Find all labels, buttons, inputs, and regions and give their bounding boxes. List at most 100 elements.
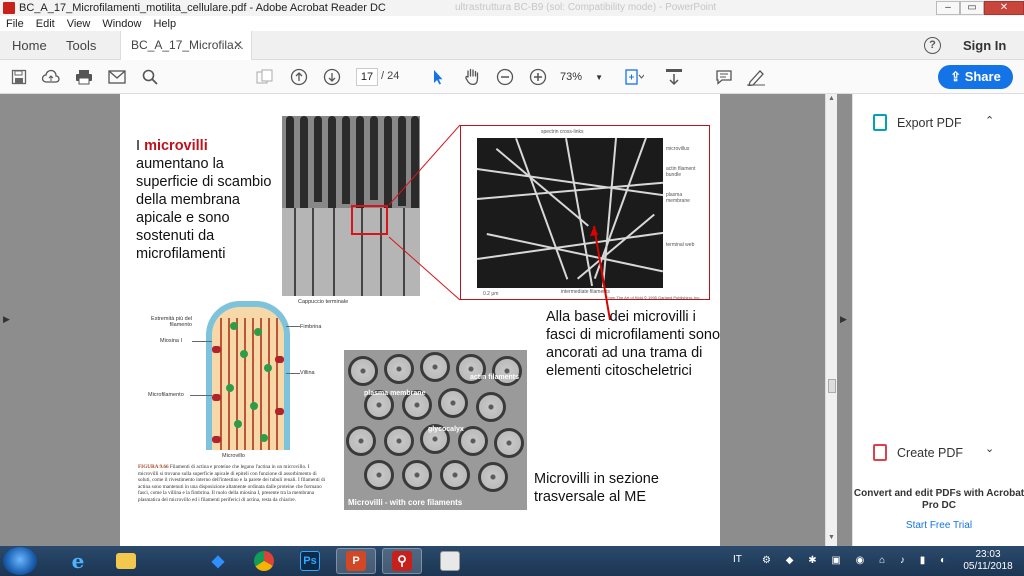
menu-window[interactable]: Window [102, 18, 141, 30]
photoshop-icon[interactable]: Ps [290, 548, 330, 574]
notepad-icon[interactable] [430, 548, 470, 574]
tab-close-icon[interactable]: ✕ [233, 31, 243, 60]
zoom-in-icon[interactable] [528, 67, 548, 87]
print-icon[interactable] [74, 67, 94, 87]
chrome-icon[interactable] [244, 548, 284, 574]
cross-section-micrograph: actin filaments plasma membrane glycocal… [344, 350, 527, 510]
diagram-title: Microvillo [222, 453, 245, 459]
menu-bar: File Edit View Window Help [0, 16, 1024, 31]
collapse-left-panel-icon[interactable]: ▶ [3, 314, 10, 325]
page-thumbnails-icon[interactable] [255, 67, 275, 87]
vertical-scrollbar[interactable]: ▲ ▼ [825, 94, 837, 546]
scroll-up-icon[interactable]: ▲ [828, 95, 835, 102]
clock-date: 05/11/2018 [963, 561, 1013, 572]
terminal-web-inset: spectrin cross-links microvillus actin f… [460, 125, 710, 300]
acrobat-app-icon [3, 2, 15, 14]
diagram-label-tip: Estremità più del filamento [151, 316, 192, 328]
title-bar: BC_A_17_Microfilamenti_motilita_cellular… [0, 0, 1024, 16]
microvillus-diagram: Cappuccio terminale Estremità più del fi… [148, 296, 350, 462]
create-pdf-label: Create PDF [897, 445, 963, 460]
intro-prefix: I [136, 138, 145, 154]
pdf-page: I microvilli aumentano la superficie di … [120, 94, 720, 546]
chevron-up-icon[interactable]: ⌃ [985, 114, 994, 127]
zoom-region-highlight [351, 205, 388, 235]
scroll-mode-icon[interactable] [664, 67, 684, 87]
caption-base-microvilli: Alla base dei microvilli i fasci di micr… [546, 309, 721, 379]
email-icon[interactable] [107, 67, 127, 87]
page-number-input[interactable]: 17 [356, 68, 378, 86]
language-indicator[interactable]: IT [733, 554, 742, 565]
tab-document[interactable]: BC_A_17_Microfila... ✕ [120, 31, 252, 60]
diagram-label-microfilament: Microfilamento [148, 392, 184, 398]
next-page-icon[interactable] [322, 67, 342, 87]
upload-icon[interactable] [41, 67, 61, 87]
inset-scale: 0.2 μm [483, 291, 499, 297]
fit-page-icon[interactable] [624, 67, 644, 87]
menu-file[interactable]: File [6, 18, 24, 30]
save-icon[interactable] [9, 67, 29, 87]
help-icon[interactable]: ? [924, 37, 941, 54]
select-arrow-icon[interactable] [428, 67, 448, 87]
promo-text: Convert and edit PDFs with Acrobat Pro D… [853, 488, 1024, 511]
powerpoint-icon[interactable]: P [336, 548, 376, 574]
close-button[interactable]: ✕ [984, 1, 1024, 15]
tab-bar: Home Tools BC_A_17_Microfila... ✕ ? Sign… [0, 31, 1024, 60]
export-pdf-icon [873, 114, 887, 131]
system-tray-icons[interactable]: ⚙ ◆ ✱ ▣ ◉ ⌂ ♪ ▮ ◐ [762, 555, 952, 566]
toolbar: 17 / 24 73% ▼ ⇪ Share [0, 60, 1024, 94]
internet-explorer-icon[interactable]: e [58, 548, 98, 574]
inset-label-terminal: terminal web [666, 242, 695, 248]
scrollbar-thumb[interactable] [828, 379, 836, 393]
tab-tools[interactable]: Tools [66, 31, 96, 60]
inset-label-microvillus: microvillus [666, 146, 690, 152]
sign-in-button[interactable]: Sign In [963, 31, 1006, 60]
tab-home[interactable]: Home [12, 31, 47, 60]
comment-icon[interactable] [714, 67, 734, 87]
menu-edit[interactable]: Edit [36, 18, 55, 30]
chevron-down-icon[interactable]: ⌄ [985, 442, 994, 455]
menu-help[interactable]: Help [153, 18, 176, 30]
inset-label-bottom: intermediate filaments [561, 289, 610, 295]
zoom-level-dropdown[interactable]: 73% ▼ [560, 68, 608, 86]
share-button[interactable]: ⇪ Share [938, 65, 1013, 89]
sign-icon[interactable] [746, 67, 766, 87]
xsec-label-actin: actin filaments [470, 374, 520, 381]
search-icon[interactable] [140, 67, 160, 87]
start-button[interactable] [3, 547, 37, 575]
diagram-label-fimbrin: Fimbrina [300, 324, 322, 330]
intro-rest: aumentano la superficie di scambio della… [136, 156, 272, 262]
system-clock[interactable]: 23:03 05/11/2018 [960, 549, 1016, 573]
xsec-label-bottom: Microvilli - with core filaments [348, 498, 463, 507]
menu-view[interactable]: View [67, 18, 91, 30]
inset-credit: From The Art of Kidd © 1995 Garland Publ… [606, 295, 701, 300]
figure-caption-text: Filamenti di actina e proteine che legan… [138, 464, 326, 503]
share-icon: ⇪ [950, 69, 965, 84]
figure-caption: FIGURA 9.66 Filamenti di actina e protei… [138, 464, 330, 503]
hand-tool-icon[interactable] [462, 67, 482, 87]
intro-highlight: microvilli [144, 138, 208, 154]
export-pdf-label: Export PDF [897, 115, 962, 130]
dropbox-icon[interactable]: ◆ [198, 548, 238, 574]
microvilli-micrograph [282, 116, 420, 296]
acrobat-icon[interactable]: ⚲ [382, 548, 422, 574]
export-pdf-item[interactable]: Export PDF [873, 114, 962, 131]
figure-tag: FIGURA 9.66 [138, 464, 169, 470]
collapse-right-panel-icon[interactable]: ▶ [840, 314, 847, 325]
document-viewport[interactable]: ▶ I microvilli aumentano la superficie d… [0, 94, 852, 546]
clock-time: 23:03 [975, 549, 1001, 560]
create-pdf-item[interactable]: Create PDF [873, 444, 963, 461]
minimize-button[interactable]: – [936, 1, 960, 15]
zoom-out-icon[interactable] [495, 67, 515, 87]
page-total: / 24 [381, 70, 400, 82]
maximize-button[interactable]: ▭ [960, 1, 984, 15]
xsec-label-plasma: plasma membrane [364, 390, 426, 397]
right-tools-panel: Export PDF ⌃ Create PDF ⌄ Convert and ed… [852, 94, 1024, 546]
chevron-down-icon: ▼ [595, 73, 604, 82]
diagram-label-villin: Villina [300, 370, 315, 376]
file-explorer-icon[interactable] [106, 548, 146, 574]
intro-text: I microvilli aumentano la superficie di … [136, 137, 276, 263]
share-label: Share [964, 69, 1001, 84]
start-free-trial-link[interactable]: Start Free Trial [853, 520, 1024, 531]
prev-page-icon[interactable] [289, 67, 309, 87]
scroll-down-icon[interactable]: ▼ [828, 534, 835, 541]
